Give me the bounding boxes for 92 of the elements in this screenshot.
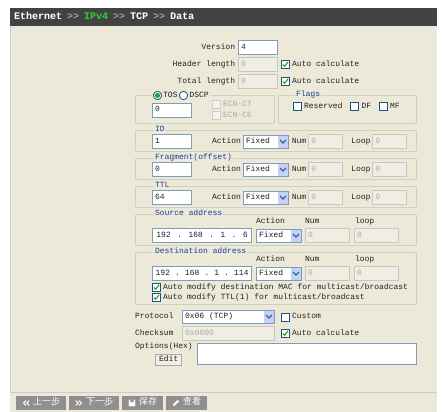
action-select[interactable]: Fixed xyxy=(242,190,289,204)
checkbox-label: Auto calculate xyxy=(292,60,360,68)
group-title: TTL xyxy=(154,182,170,190)
num-label: Num xyxy=(305,256,320,264)
group-title: Flags xyxy=(295,91,322,99)
action-select[interactable]: Fixed xyxy=(242,162,289,176)
breadcrumb-item[interactable]: Ethernet xyxy=(14,10,62,24)
group-title: Fragment(offset) xyxy=(154,154,233,162)
group-title: Destination address xyxy=(154,248,248,256)
field-input[interactable]: 1 xyxy=(152,134,192,149)
ip-octet: 6 xyxy=(242,230,248,242)
num-label: Num xyxy=(305,218,320,226)
breadcrumb-item[interactable]: IPv4 xyxy=(84,10,108,24)
ip-dot: . xyxy=(177,230,182,242)
breadcrumb-item[interactable]: TCP xyxy=(130,10,148,24)
toolbar-button[interactable]: 上一步 xyxy=(16,396,66,410)
edit-button[interactable]: Edit xyxy=(155,354,182,366)
checkbox[interactable] xyxy=(379,102,388,111)
num-label: Num xyxy=(292,166,306,174)
pencil-icon xyxy=(172,398,180,406)
checkbox-label: Custom xyxy=(292,313,321,321)
num-label: Num xyxy=(292,194,306,202)
checkbox-label: ECN-CT xyxy=(223,100,252,108)
action-select[interactable]: Fixed xyxy=(256,266,302,280)
breadcrumb-separator: >> xyxy=(113,10,126,24)
group-title: ID xyxy=(154,126,166,134)
ip-octet: 1 xyxy=(214,268,220,280)
ip-octet: 114 xyxy=(234,268,248,280)
checkbox[interactable] xyxy=(281,329,290,338)
protocol-label: Protocol xyxy=(135,313,174,321)
checksum-label: Checksum xyxy=(135,330,174,338)
field-input[interactable]: 4 xyxy=(238,40,278,55)
checkbox-label: Auto calculate xyxy=(292,78,360,86)
ip-octet: 1 xyxy=(220,230,226,242)
ip-octet: 192 xyxy=(156,268,170,280)
checkbox-label: MF xyxy=(390,102,400,110)
tos-input[interactable]: 0 xyxy=(152,102,192,118)
radio-button[interactable] xyxy=(153,91,162,100)
double-left-arrow-icon xyxy=(22,398,30,406)
toolbar-button[interactable]: 查看 xyxy=(166,396,207,410)
ip-octet: 168 xyxy=(184,268,200,280)
options-label: Options(Hex) xyxy=(135,343,193,351)
options-textarea[interactable] xyxy=(197,343,417,365)
checkbox-label: Auto calculate xyxy=(292,330,360,338)
ip-dot: . xyxy=(224,268,229,280)
action-select[interactable]: Fixed xyxy=(242,134,289,148)
field-label: Total length xyxy=(176,78,235,86)
checkbox[interactable] xyxy=(350,102,360,111)
checkbox[interactable] xyxy=(152,283,161,292)
ip-octet: 192 xyxy=(156,230,171,242)
action-label: Action xyxy=(212,194,241,202)
checkbox-label: Auto modify destination MAC for multicast/broadcast xyxy=(163,284,408,292)
radio-label: DSCP xyxy=(189,92,209,100)
radio-button[interactable] xyxy=(179,91,188,100)
loop-label: Loop xyxy=(351,194,370,202)
field-input[interactable]: 0 xyxy=(152,162,192,177)
group-title: Source address xyxy=(154,210,224,218)
action-label: Action xyxy=(256,256,286,264)
action-select[interactable]: 0x06 (TCP) xyxy=(182,310,275,324)
action-label: Action xyxy=(212,166,241,174)
breadcrumb-separator: >> xyxy=(67,10,80,24)
action-select[interactable]: Fixed xyxy=(256,228,302,242)
checkbox-label: Reserved xyxy=(304,102,342,110)
ip-address-input[interactable]: 192 . 168 . 1 . 6 xyxy=(152,228,252,243)
checkbox-label: ECN-CE xyxy=(223,112,252,120)
checkbox[interactable] xyxy=(152,293,161,302)
checkbox[interactable] xyxy=(293,102,302,111)
loop-label: Loop xyxy=(351,138,370,146)
ip-dot: . xyxy=(209,230,214,242)
checkbox-label: DF xyxy=(361,102,372,110)
field-input[interactable]: 64 xyxy=(152,190,192,205)
ip-dot: . xyxy=(232,230,236,242)
ip-octet: 168 xyxy=(188,230,203,242)
action-label: Action xyxy=(212,138,241,146)
num-label: Num xyxy=(292,138,306,146)
breadcrumb-item[interactable]: Data xyxy=(170,10,194,24)
field-label: Header length xyxy=(172,60,235,68)
radio-label: TOS xyxy=(163,92,178,100)
action-label: Action xyxy=(256,218,286,226)
loop-label: loop xyxy=(355,256,374,264)
double-right-arrow-icon xyxy=(75,398,83,406)
field-label: Version xyxy=(200,44,235,52)
toolbar-button[interactable]: 保存 xyxy=(122,396,163,410)
loop-label: loop xyxy=(355,218,374,226)
loop-label: Loop xyxy=(351,166,370,174)
checkbox-label: Auto modify TTL(1) for multicast/broadcast xyxy=(163,294,365,302)
ip-address-input[interactable]: 192 . 168 . 1 . 114 xyxy=(152,266,252,281)
toolbar-button[interactable]: 下一步 xyxy=(69,396,119,410)
ip-dot: . xyxy=(204,268,210,280)
checkbox[interactable] xyxy=(281,312,290,322)
ip-dot: . xyxy=(175,268,180,280)
breadcrumb-separator: >> xyxy=(153,10,166,24)
